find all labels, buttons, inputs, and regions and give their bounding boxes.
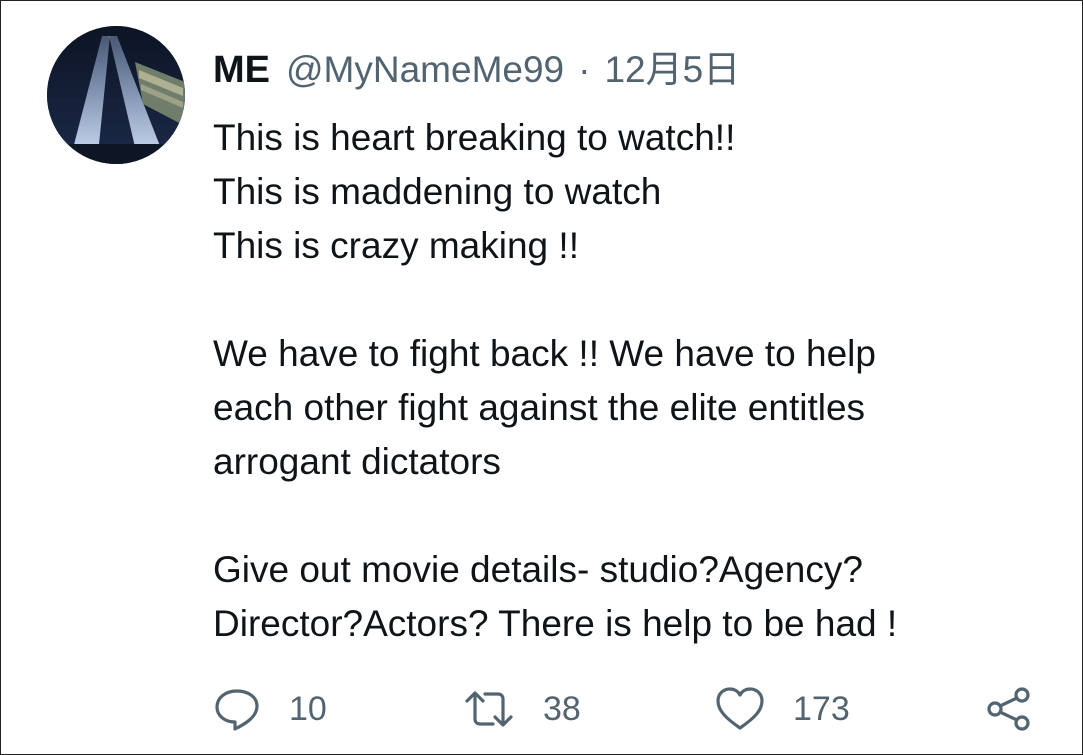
tweet-date[interactable]: 12月5日 <box>604 39 740 93</box>
like-count: 173 <box>793 689 850 728</box>
tweet-text-line: each other fight against the elite entit… <box>213 387 866 428</box>
tweet-text-line: This is heart breaking to watch!! <box>213 117 736 158</box>
reply-icon <box>213 685 261 733</box>
retweet-button[interactable]: 38 <box>463 681 581 737</box>
author-name[interactable]: ME <box>213 49 270 92</box>
tweet-text-line: We have to fight back !! We have to help <box>213 333 876 374</box>
tweet-text-line: Give out movie details- studio?Agency? <box>213 549 863 590</box>
tweet-text-line: This is crazy making !! <box>213 225 579 266</box>
tweet-text-line: Director?Actors? There is help to be had… <box>213 603 898 644</box>
retweet-icon <box>463 685 515 733</box>
like-button[interactable]: 173 <box>715 681 850 737</box>
reply-count: 10 <box>289 689 327 728</box>
tweet-header: ME @MyNameMe99 · 12月5日 <box>213 39 740 91</box>
share-button[interactable] <box>985 681 1033 737</box>
tweet-text-line: arrogant dictators <box>213 441 501 482</box>
reply-button[interactable]: 10 <box>213 681 327 737</box>
header-separator: · <box>578 49 591 90</box>
tweet-card: ME @MyNameMe99 · 12月5日 This is heart bre… <box>0 0 1083 755</box>
author-handle[interactable]: @MyNameMe99 <box>286 49 564 91</box>
avatar[interactable] <box>47 26 185 164</box>
heart-icon <box>715 686 765 732</box>
tweet-actions: 10 38 173 <box>213 681 1043 737</box>
retweet-count: 38 <box>543 689 581 728</box>
tweet-text: This is heart breaking to watch!! This i… <box>213 111 1053 651</box>
tweet-text-line: This is maddening to watch <box>213 171 662 212</box>
share-icon <box>985 685 1033 733</box>
